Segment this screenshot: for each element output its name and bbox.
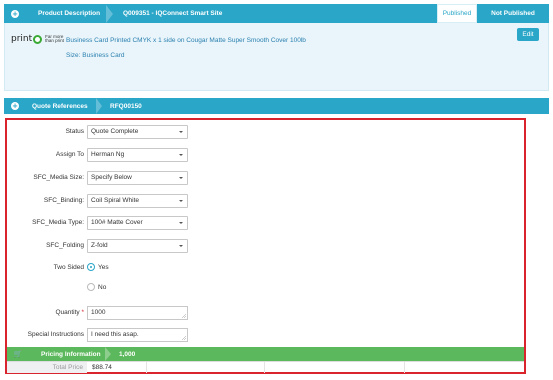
binding-select[interactable]: Coil Spiral White [87,194,188,208]
plus-circle-icon: + [11,102,19,110]
publish-toggle[interactable]: Published Not Published [437,4,549,23]
table-cell [147,362,265,373]
required-marker: * [81,309,84,316]
media-type-value: 100# Matte Cover [91,219,143,226]
total-price-value: $88.74 [87,362,147,373]
page: + Product Description Q009351 - IQConnec… [0,0,553,380]
folding-select[interactable]: Z-fold [87,239,188,253]
status-select[interactable]: Quote Complete [87,125,188,139]
product-size-text: Size: Business Card [66,52,125,59]
product-description-title: Product Description [38,10,101,17]
folding-value: Z-fold [91,242,108,249]
quantity-input[interactable]: 1000 [87,306,188,320]
special-instructions-input[interactable]: I need this asap. [87,328,188,342]
total-price-label: Total Price [7,362,87,373]
two-sided-label: Two Sided [53,264,84,271]
chevron-down-icon [179,245,183,247]
binding-label: SFC_Binding: [43,197,84,204]
published-option[interactable]: Published [437,4,477,23]
special-instructions-value: I need this asap. [91,331,139,338]
quote-reference-number: RFQ00150 [110,102,142,110]
media-size-value: Specify Below [91,174,132,181]
logo-brand: Far more than print [45,34,64,43]
media-type-label: SFC_Media Type: [32,219,84,226]
two-sided-yes-label: Yes [98,263,109,271]
cart-icon: 🛒 [13,350,23,358]
quote-references-title: Quote References [32,102,88,110]
two-sided-no-label: No [98,283,107,291]
table-cell [265,362,405,373]
chevron-down-icon [179,177,183,179]
quote-form: Status Quote Complete Assign To Herman N… [5,118,526,374]
assign-to-select[interactable]: Herman Ng [87,148,188,162]
quantity-value: 1000 [91,309,106,316]
radio-selected-icon[interactable] [87,263,95,271]
logo-ring-icon [33,34,43,44]
collapse-toggle[interactable]: + [4,9,26,18]
special-instructions-label: Special Instructions [27,331,84,338]
radio-unselected-icon[interactable] [87,283,95,291]
logo-brand-line2: than print [45,38,64,43]
plus-circle-icon: + [11,9,19,18]
chevron-down-icon [179,131,183,133]
job-name: Q009351 - IQConnect Smart Site [123,10,223,17]
status-value: Quote Complete [91,128,139,135]
media-type-select[interactable]: 100# Matte Cover [87,216,188,230]
media-size-label: SFC_Media Size: [33,174,84,181]
pricing-information-header[interactable]: 🛒 Pricing Information 1,000 [7,347,524,361]
two-sided-yes-option[interactable]: Yes [87,263,109,271]
folding-label: SFC_Folding [46,242,84,249]
total-price-row: Total Price $88.74 [7,361,524,373]
resize-grip-icon[interactable] [182,336,186,340]
printing-logo: print Far more than print [11,34,64,44]
pricing-information-title: Pricing Information [41,350,101,358]
product-description-text: Business Card Printed CMYK x 1 side on C… [66,37,306,44]
chevron-down-icon [179,222,183,224]
collapse-toggle[interactable]: + [4,102,26,110]
pricing-quantity: 1,000 [119,350,136,358]
quantity-label-text: Quantity [55,309,80,316]
logo-text: print [11,34,33,44]
breadcrumb-chevron [106,4,113,23]
assign-to-label: Assign To [55,151,84,158]
status-label: Status [65,128,84,135]
media-size-select[interactable]: Specify Below [87,171,188,185]
binding-value: Coil Spiral White [91,197,140,204]
resize-grip-icon[interactable] [182,314,186,318]
product-description-body: print Far more than print Business Card … [4,23,549,91]
edit-button[interactable]: Edit [517,28,539,41]
assign-to-value: Herman Ng [91,151,125,158]
not-published-option[interactable]: Not Published [477,4,549,23]
two-sided-no-option[interactable]: No [87,283,106,291]
chevron-down-icon [179,154,183,156]
product-description-header[interactable]: + Product Description Q009351 - IQConnec… [4,4,549,23]
quote-references-header[interactable]: + Quote References RFQ00150 [4,98,549,114]
quantity-label: Quantity * [55,309,84,316]
chevron-down-icon [179,200,183,202]
